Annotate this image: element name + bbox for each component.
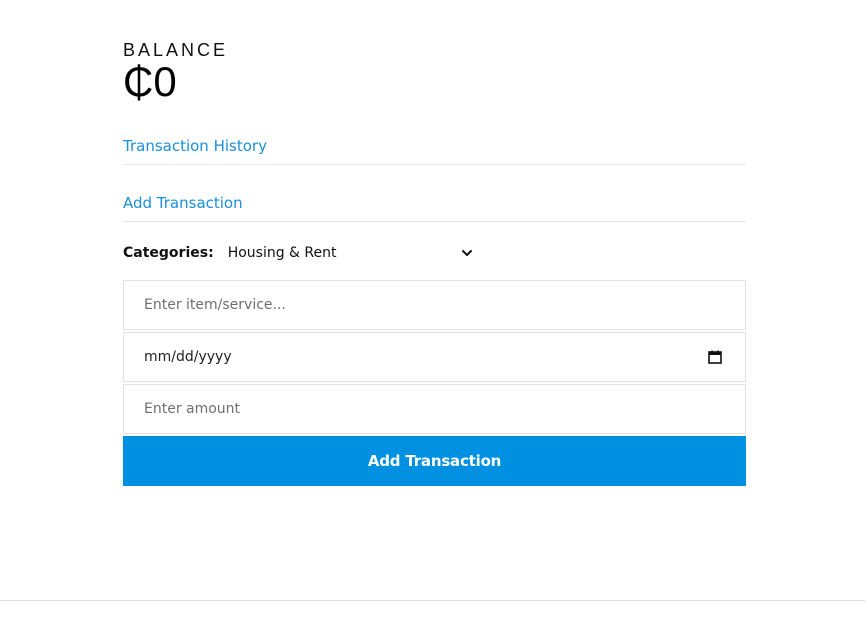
item-service-input[interactable]: Enter item/service... (123, 280, 746, 330)
categories-label: Categories: (123, 245, 214, 261)
categories-row: Categories: Housing & Rent (123, 243, 746, 263)
transaction-history-link[interactable]: Transaction History (123, 137, 746, 155)
date-input[interactable]: mm/dd/yyyy (123, 332, 746, 382)
item-service-placeholder: Enter item/service... (144, 297, 286, 313)
balance-amount: ₵0 (123, 58, 177, 105)
divider (123, 221, 746, 222)
date-placeholder: mm/dd/yyyy (144, 349, 232, 365)
footer-divider (0, 600, 865, 601)
main-container: BALANCE ₵0 Transaction History Add Trans… (123, 40, 746, 486)
category-selected-value: Housing & Rent (227, 245, 337, 261)
add-transaction-button[interactable]: Add Transaction (123, 436, 746, 486)
add-transaction-link[interactable]: Add Transaction (123, 194, 746, 212)
divider (123, 164, 746, 165)
category-select[interactable]: Housing & Rent (226, 243, 474, 263)
calendar-icon[interactable] (707, 349, 723, 365)
amount-input[interactable]: Enter amount (123, 384, 746, 434)
balance-value: ₵0 (123, 60, 746, 104)
balance-label: BALANCE (123, 40, 229, 60)
chevron-down-icon (460, 246, 474, 260)
amount-placeholder: Enter amount (144, 401, 241, 417)
page: BALANCE ₵0 Transaction History Add Trans… (0, 0, 865, 635)
